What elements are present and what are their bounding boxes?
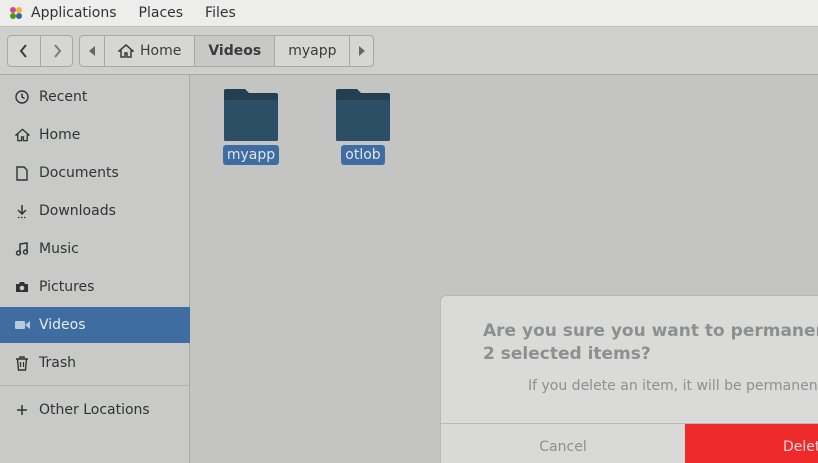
sidebar-item-pictures[interactable]: Pictures xyxy=(0,269,190,305)
sidebar-item-documents[interactable]: Documents xyxy=(0,155,190,191)
sidebar-item-label: Other Locations xyxy=(39,402,150,418)
path-home-button[interactable]: Home xyxy=(104,36,194,66)
header-bar: Home Videos myapp xyxy=(0,27,818,75)
sidebar-item-other-locations[interactable]: Other Locations xyxy=(0,392,190,428)
sidebar-item-label: Trash xyxy=(39,355,76,371)
trash-icon xyxy=(14,355,30,371)
sidebar-item-music[interactable]: Music xyxy=(0,231,190,267)
cancel-button[interactable]: Cancel xyxy=(441,424,685,463)
applications-menu[interactable]: Applications xyxy=(31,5,117,21)
sidebar-item-videos[interactable]: Videos xyxy=(0,307,190,343)
navigation-buttons xyxy=(7,35,73,67)
home-icon xyxy=(118,44,134,58)
cancel-button-label: Cancel xyxy=(539,438,587,455)
sidebar-item-home[interactable]: Home xyxy=(0,117,190,153)
triangle-right-icon xyxy=(358,46,365,56)
sidebar-item-label: Documents xyxy=(39,165,119,181)
top-bar: Applications Places Files xyxy=(0,0,818,27)
sidebar-item-label: Videos xyxy=(39,317,86,333)
file-name: otlob xyxy=(341,145,385,165)
clock-icon xyxy=(14,89,30,105)
path-myapp-button[interactable]: myapp xyxy=(274,36,349,66)
sidebar-item-label: Downloads xyxy=(39,203,116,219)
applications-icon[interactable] xyxy=(8,5,24,21)
folder-icon xyxy=(335,88,391,142)
path-videos-label: Videos xyxy=(208,43,262,59)
path-home-label: Home xyxy=(140,43,182,59)
chevron-right-icon xyxy=(53,44,61,58)
sidebar-item-trash[interactable]: Trash xyxy=(0,345,190,381)
delete-button[interactable]: Delet xyxy=(685,424,818,463)
file-item-myapp[interactable]: myapp xyxy=(211,88,291,165)
download-icon xyxy=(14,203,30,219)
file-item-otlob[interactable]: otlob xyxy=(323,88,403,165)
path-scroll-right-button[interactable] xyxy=(349,36,373,66)
sidebar-divider xyxy=(0,385,190,386)
sidebar-item-label: Music xyxy=(39,241,79,257)
sidebar-item-label: Home xyxy=(39,127,81,143)
path-scroll-left-button[interactable] xyxy=(80,36,104,66)
dialog-title-line1: Are you sure you want to permanently de xyxy=(483,321,818,341)
dialog-button-row: Cancel Delet xyxy=(441,423,818,463)
sidebar-item-label: Recent xyxy=(39,89,88,105)
delete-confirmation-dialog: Are you sure you want to permanently de … xyxy=(440,295,818,463)
video-icon xyxy=(14,317,30,333)
path-videos-button[interactable]: Videos xyxy=(194,36,275,66)
plus-icon xyxy=(14,402,30,418)
folder-icon xyxy=(223,88,279,142)
sidebar: Recent Home Documents Downloads Music Pi… xyxy=(0,75,190,463)
files-menu[interactable]: Files xyxy=(205,5,236,21)
music-icon xyxy=(14,241,30,257)
sidebar-item-recent[interactable]: Recent xyxy=(0,79,190,115)
sidebar-item-label: Pictures xyxy=(39,279,95,295)
document-icon xyxy=(14,165,30,181)
home-icon xyxy=(14,127,30,143)
dialog-message: If you delete an item, it will be perman… xyxy=(528,378,818,394)
file-name: myapp xyxy=(222,145,280,165)
camera-icon xyxy=(14,279,30,295)
path-bar: Home Videos myapp xyxy=(79,35,375,67)
forward-button[interactable] xyxy=(40,36,72,66)
places-menu[interactable]: Places xyxy=(139,5,184,21)
back-button[interactable] xyxy=(8,36,40,66)
triangle-left-icon xyxy=(89,46,95,56)
delete-button-label: Delet xyxy=(783,438,818,455)
dialog-title-line2: 2 selected items? xyxy=(483,344,651,364)
chevron-left-icon xyxy=(19,44,27,58)
dialog-title: Are you sure you want to permanently de … xyxy=(483,320,818,366)
path-myapp-label: myapp xyxy=(288,43,337,59)
sidebar-item-downloads[interactable]: Downloads xyxy=(0,193,190,229)
